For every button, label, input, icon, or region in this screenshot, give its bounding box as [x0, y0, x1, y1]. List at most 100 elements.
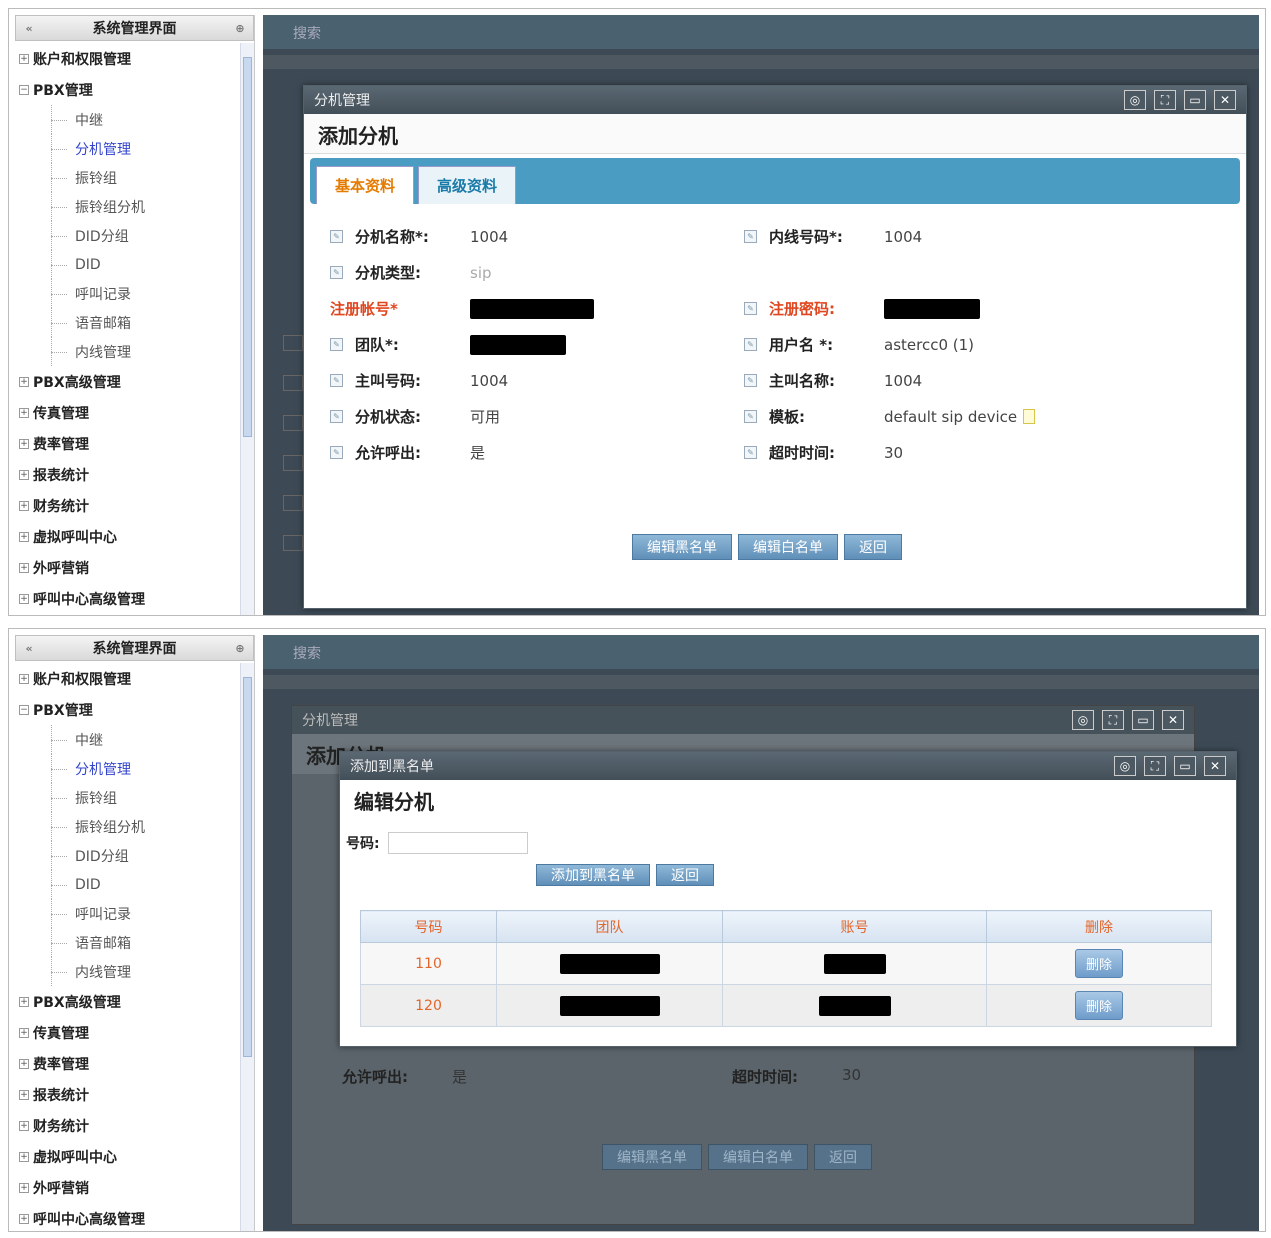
sidebar-child-ring-group-ext[interactable]: 振铃组分机 — [15, 192, 240, 221]
expand-icon[interactable]: + — [19, 438, 29, 449]
sidebar-item-finance[interactable]: + 财务统计 — [15, 1110, 240, 1141]
sidebar-item-pbx[interactable]: − PBX管理 — [15, 694, 240, 725]
maximize-icon[interactable]: ⛶ — [1154, 90, 1176, 110]
expand-icon[interactable]: + — [19, 376, 29, 387]
sidebar-child-voicemail[interactable]: 语音邮箱 — [15, 928, 240, 957]
expand-icon[interactable]: + — [19, 593, 29, 604]
settings-icon[interactable]: ◎ — [1114, 756, 1136, 776]
expand-icon[interactable]: + — [19, 1058, 29, 1069]
settings-icon[interactable]: ◎ — [1072, 710, 1094, 730]
sidebar-scrollbar[interactable] — [240, 43, 254, 615]
sidebar-child-trunk[interactable]: 中继 — [15, 725, 240, 754]
sidebar-item-reports[interactable]: + 报表统计 — [15, 1079, 240, 1110]
sidebar-item-pbx-advanced[interactable]: + PBX高级管理 — [15, 986, 240, 1017]
sidebar-item-pbx[interactable]: − PBX管理 — [15, 74, 240, 105]
sidebar-scrollbar[interactable] — [240, 663, 254, 1231]
expand-icon[interactable]: + — [19, 531, 29, 542]
scrollbar-thumb[interactable] — [243, 677, 252, 1057]
maximize-icon[interactable]: ⛶ — [1144, 756, 1166, 776]
expand-icon[interactable]: + — [19, 1120, 29, 1131]
file-icon[interactable] — [1023, 409, 1036, 424]
sidebar-child-voicemail[interactable]: 语音邮箱 — [15, 308, 240, 337]
back-button[interactable]: 返回 — [656, 864, 714, 886]
sidebar-item-callcenter-advanced[interactable]: + 呼叫中心高级管理 — [15, 1203, 240, 1231]
sidebar-item-rates[interactable]: + 费率管理 — [15, 428, 240, 459]
expand-icon[interactable]: + — [19, 1182, 29, 1193]
tab-basic[interactable]: 基本资料 — [316, 166, 415, 204]
sidebar-child-did-group[interactable]: DID分组 — [15, 221, 240, 250]
sidebar-child-ring-group[interactable]: 振铃组 — [15, 163, 240, 192]
sidebar-child-extensions[interactable]: 分机管理 — [15, 754, 240, 783]
restore-icon[interactable]: ▭ — [1174, 756, 1196, 776]
row-checkbox[interactable] — [283, 375, 303, 391]
row-checkbox[interactable] — [283, 455, 303, 471]
close-icon[interactable]: ✕ — [1214, 90, 1236, 110]
number-input[interactable] — [387, 832, 528, 854]
delete-button[interactable]: 删除 — [1074, 991, 1123, 1020]
restore-icon[interactable]: ▭ — [1132, 710, 1154, 730]
expand-icon[interactable]: + — [19, 407, 29, 418]
pin-icon[interactable]: ⊕ — [233, 642, 247, 655]
expand-icon[interactable]: + — [19, 469, 29, 480]
collapse-tree-icon[interactable]: − — [19, 704, 29, 715]
tab-advanced[interactable]: 高级资料 — [418, 166, 517, 204]
sidebar-item-finance[interactable]: + 财务统计 — [15, 490, 240, 521]
edit-whitelist-button[interactable]: 编辑白名单 — [708, 1144, 808, 1170]
back-button[interactable]: 返回 — [814, 1144, 872, 1170]
edit-blacklist-button[interactable]: 编辑黑名单 — [602, 1144, 702, 1170]
sidebar-child-internal[interactable]: 内线管理 — [15, 957, 240, 986]
sidebar-child-internal[interactable]: 内线管理 — [15, 337, 240, 366]
collapse-tree-icon[interactable]: − — [19, 84, 29, 95]
sidebar-child-ring-group[interactable]: 振铃组 — [15, 783, 240, 812]
sidebar-item-fax[interactable]: + 传真管理 — [15, 1017, 240, 1048]
sidebar-child-did[interactable]: DID — [15, 250, 240, 279]
add-to-blacklist-button[interactable]: 添加到黑名单 — [536, 864, 650, 886]
sidebar-item-virtual-callcenter[interactable]: + 虚拟呼叫中心 — [15, 521, 240, 552]
collapse-icon[interactable]: « — [22, 642, 36, 655]
sidebar-child-did[interactable]: DID — [15, 870, 240, 899]
close-icon[interactable]: ✕ — [1162, 710, 1184, 730]
pin-icon[interactable]: ⊕ — [233, 22, 247, 35]
scrollbar-thumb[interactable] — [243, 57, 252, 437]
expand-icon[interactable]: + — [19, 500, 29, 511]
delete-button[interactable]: 删除 — [1074, 949, 1123, 978]
row-checkbox[interactable] — [283, 335, 303, 351]
edit-whitelist-button[interactable]: 编辑白名单 — [738, 534, 838, 560]
row-checkbox[interactable] — [283, 495, 303, 511]
sidebar-item-reports[interactable]: + 报表统计 — [15, 459, 240, 490]
back-button[interactable]: 返回 — [844, 534, 902, 560]
expand-icon[interactable]: + — [19, 1213, 29, 1224]
edit-blacklist-button[interactable]: 编辑黑名单 — [632, 534, 732, 560]
sidebar-child-ring-group-ext[interactable]: 振铃组分机 — [15, 812, 240, 841]
expand-icon[interactable]: + — [19, 1089, 29, 1100]
sidebar-header: « 系统管理界面 ⊕ — [15, 635, 254, 661]
sidebar-child-did-group[interactable]: DID分组 — [15, 841, 240, 870]
sidebar-item-fax[interactable]: + 传真管理 — [15, 397, 240, 428]
restore-icon[interactable]: ▭ — [1184, 90, 1206, 110]
settings-icon[interactable]: ◎ — [1124, 90, 1146, 110]
expand-icon[interactable]: + — [19, 1151, 29, 1162]
sidebar-item-virtual-callcenter[interactable]: + 虚拟呼叫中心 — [15, 1141, 240, 1172]
row-checkbox[interactable] — [283, 535, 303, 551]
sidebar-item-accounts[interactable]: + 账户和权限管理 — [15, 663, 240, 694]
sidebar-item-rates[interactable]: + 费率管理 — [15, 1048, 240, 1079]
sidebar-item-outbound[interactable]: + 外呼营销 — [15, 552, 240, 583]
sidebar-child-call-log[interactable]: 呼叫记录 — [15, 279, 240, 308]
expand-icon[interactable]: + — [19, 53, 29, 64]
expand-icon[interactable]: + — [19, 1027, 29, 1038]
expand-icon[interactable]: + — [19, 673, 29, 684]
close-icon[interactable]: ✕ — [1204, 756, 1226, 776]
sidebar-child-trunk[interactable]: 中继 — [15, 105, 240, 134]
sidebar-item-outbound[interactable]: + 外呼营销 — [15, 1172, 240, 1203]
dialog-title: 分机管理 — [302, 713, 358, 729]
maximize-icon[interactable]: ⛶ — [1102, 710, 1124, 730]
expand-icon[interactable]: + — [19, 562, 29, 573]
expand-icon[interactable]: + — [19, 996, 29, 1007]
sidebar-item-accounts[interactable]: + 账户和权限管理 — [15, 43, 240, 74]
sidebar-item-pbx-advanced[interactable]: + PBX高级管理 — [15, 366, 240, 397]
collapse-icon[interactable]: « — [22, 22, 36, 35]
row-checkbox[interactable] — [283, 415, 303, 431]
sidebar-item-callcenter-advanced[interactable]: + 呼叫中心高级管理 — [15, 583, 240, 614]
sidebar-child-extensions[interactable]: 分机管理 — [15, 134, 240, 163]
sidebar-child-call-log[interactable]: 呼叫记录 — [15, 899, 240, 928]
